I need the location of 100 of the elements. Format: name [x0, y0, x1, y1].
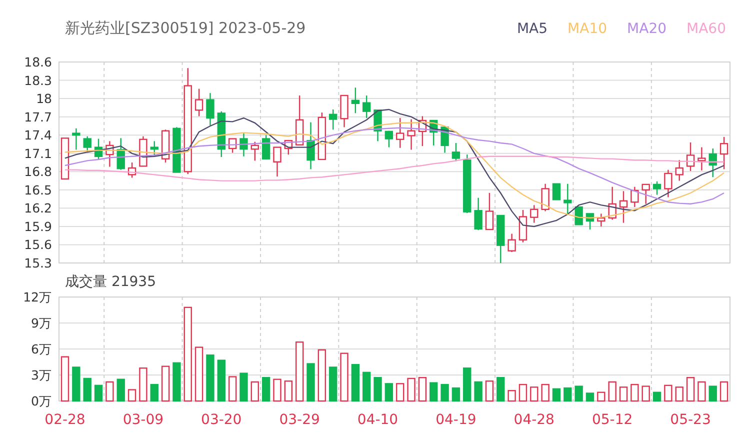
candlestick: [295, 96, 304, 146]
axis-label: 15.3: [24, 256, 52, 270]
volume-bar: [328, 366, 338, 402]
chart-title: 新光药业[SZ300519] 2023-05-29: [65, 21, 306, 36]
candlestick: [318, 112, 326, 160]
volume-bar: [552, 388, 561, 402]
axis-label: 18: [36, 91, 52, 106]
volume-bar: [150, 384, 158, 402]
volume-bar: [630, 384, 639, 402]
candlestick: [240, 133, 248, 156]
candlestick: [128, 162, 136, 178]
candlestick: [630, 186, 639, 207]
volume-bar: [518, 384, 528, 402]
volume-bar: [240, 372, 248, 402]
candlestick: [541, 184, 550, 212]
volume-bar: [664, 384, 672, 402]
candlestick: [675, 160, 684, 181]
axis-label: 12万: [23, 292, 52, 304]
candlestick: [194, 88, 204, 116]
date-label: 04-28: [514, 412, 554, 428]
candlestick: [351, 88, 360, 114]
candlestick: [496, 214, 505, 263]
volume-bar: [619, 386, 628, 402]
axis-label: 3万: [31, 368, 52, 382]
candlestick: [474, 198, 482, 230]
candlestick: [652, 181, 662, 195]
date-label: 05-12: [592, 412, 633, 428]
volume-bar: [284, 380, 292, 402]
candlestick: [619, 191, 628, 223]
candlestick: [564, 184, 572, 215]
volume-bar: [586, 392, 594, 402]
axis-label: 16.8: [24, 164, 52, 180]
volume-bar: [374, 377, 382, 402]
candlestick: [698, 147, 706, 170]
volume-bar: [541, 384, 550, 402]
volume-bar: [474, 381, 482, 402]
candlestick: [586, 213, 594, 230]
candlestick: [518, 210, 528, 242]
candlestick: [228, 138, 237, 153]
axis-label: 17.7: [24, 109, 52, 124]
axis-label: 16.2: [24, 200, 52, 216]
candlestick: [306, 122, 315, 170]
candlestick: [430, 120, 438, 146]
volume-bar: [675, 386, 684, 402]
volume-bar: [407, 378, 416, 402]
volume-bar: [564, 387, 572, 402]
volume-bar: [652, 392, 662, 402]
date-label: 03-29: [279, 412, 320, 428]
volume-bar: [608, 381, 616, 402]
volume-bar: [463, 367, 472, 402]
volume-bar: [228, 376, 237, 402]
volume-bar: [128, 389, 136, 402]
volume-bar: [384, 383, 394, 402]
axis-label: 18.6: [24, 54, 52, 70]
candlestick: [407, 119, 416, 150]
volume-bar: [396, 383, 404, 402]
volume-bar: [642, 386, 650, 402]
date-label: 04-10: [357, 412, 398, 428]
volume-bar: [597, 392, 606, 402]
date-label: 03-09: [122, 412, 164, 428]
legend-label: MA20: [627, 22, 667, 36]
volume-bar: [452, 387, 460, 402]
candlestick: [328, 110, 338, 130]
candlestick: [597, 214, 606, 226]
candlestick: [150, 141, 158, 156]
volume-bar: [250, 381, 259, 402]
candlestick: [72, 128, 80, 150]
candlestick: [508, 234, 516, 252]
candlestick: [206, 93, 214, 126]
axis-label: 16.5: [24, 182, 52, 198]
volume-bar: [418, 377, 427, 402]
date-label: 02-28: [44, 412, 86, 428]
volume-bar: [440, 384, 449, 402]
candlestick: [686, 142, 695, 172]
volume-bar: [206, 354, 214, 402]
date-label: 04-19: [436, 412, 476, 428]
axis-label: 17.4: [24, 128, 52, 143]
volume-bar: [485, 380, 494, 402]
candlestick: [440, 126, 449, 153]
volume-bar: [318, 349, 326, 402]
axis-label: 18.3: [24, 72, 52, 88]
candlestick: [217, 111, 226, 158]
candlestick: [172, 127, 181, 173]
candlestick: [396, 118, 404, 148]
volume-bar: [262, 377, 270, 402]
axis-label: 15.6: [24, 237, 52, 252]
candlestick: [452, 143, 460, 162]
legend-label: MA5: [516, 22, 548, 36]
candlestick: [116, 138, 125, 170]
candlestick: [530, 205, 538, 223]
volume-bar: [116, 378, 125, 402]
candlestick: [384, 130, 394, 148]
volume-bar: [83, 378, 92, 402]
volume-bar: [720, 381, 728, 402]
axis-label: 0万: [31, 394, 52, 408]
candlestick: [574, 206, 583, 226]
volume-bar: [60, 356, 70, 402]
volume-bar: [295, 341, 304, 402]
volume-bar: [106, 381, 114, 402]
legend-label: MA60: [686, 22, 726, 36]
